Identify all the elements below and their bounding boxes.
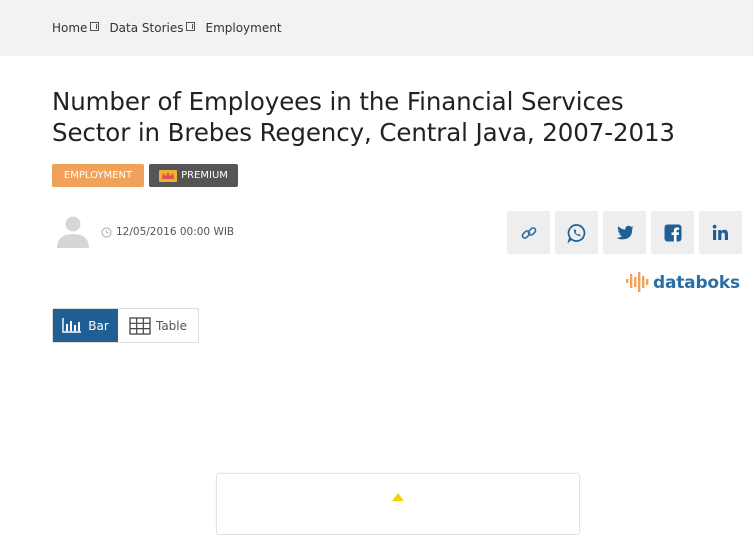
page-title: Number of Employees in the Financial Ser… <box>52 86 742 148</box>
view-toggle: Bar Table <box>52 308 199 343</box>
breadcrumb-home[interactable]: Home <box>52 21 87 35</box>
twitter-icon <box>616 225 633 239</box>
table-view-label: Table <box>155 318 188 333</box>
page-title-line-2: Sector in Brebes Regency, Central Java, … <box>52 118 675 147</box>
breadcrumb: Home Data Stories Employment <box>52 21 282 35</box>
clock-icon <box>101 226 112 238</box>
premium-chart-card <box>216 473 580 535</box>
databoks-bars-icon <box>626 272 649 292</box>
table-grid-icon <box>129 316 151 335</box>
share-whatsapp-button[interactable] <box>555 211 598 254</box>
breadcrumb-data-stories[interactable]: Data Stories <box>109 21 183 35</box>
avatar-placeholder-icon <box>57 216 89 248</box>
copy-link-button[interactable] <box>507 211 550 254</box>
linkedin-icon <box>712 224 728 240</box>
breadcrumb-separator-icon <box>186 22 196 31</box>
share-facebook-button[interactable] <box>651 211 694 254</box>
brand-name: databoks <box>653 273 740 293</box>
table-view-button[interactable]: Table <box>118 309 198 342</box>
facebook-icon <box>664 224 681 242</box>
page-title-line-1: Number of Employees in the Financial Ser… <box>52 87 624 116</box>
premium-label: PREMIUM <box>181 170 228 181</box>
author-avatar <box>52 211 92 251</box>
bar-view-label: Bar <box>88 318 109 333</box>
premium-lock-icon <box>392 493 404 501</box>
whatsapp-icon <box>567 223 585 243</box>
bar-chart-icon <box>62 318 82 333</box>
share-twitter-button[interactable] <box>603 211 646 254</box>
article-meta: 12/05/2016 00:00 WIB <box>101 226 234 238</box>
category-tag[interactable]: EMPLOYMENT <box>52 164 144 187</box>
crown-icon <box>159 169 178 182</box>
databoks-logo[interactable]: databoks <box>626 270 740 296</box>
bar-view-button[interactable]: Bar <box>53 309 118 342</box>
premium-badge: PREMIUM <box>149 164 238 187</box>
publish-date: 12/05/2016 00:00 WIB <box>116 226 235 238</box>
breadcrumb-bar: Home Data Stories Employment <box>0 0 753 56</box>
breadcrumb-separator-icon <box>90 22 100 31</box>
share-linkedin-button[interactable] <box>699 211 742 254</box>
breadcrumb-employment[interactable]: Employment <box>205 21 281 35</box>
link-icon <box>521 226 536 239</box>
